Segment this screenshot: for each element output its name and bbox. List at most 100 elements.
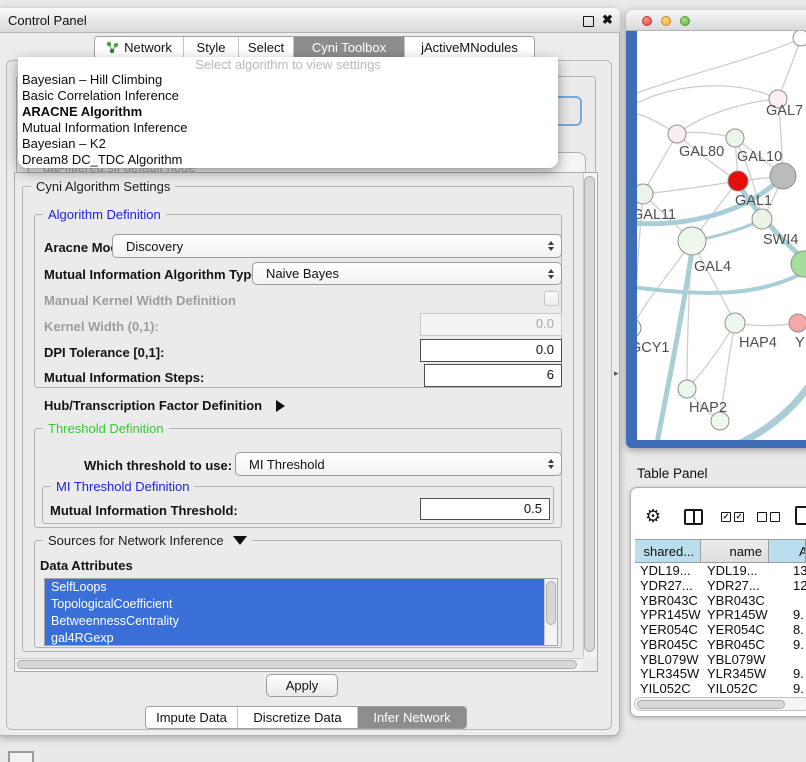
dpi-tolerance-field[interactable]: 0.0 xyxy=(420,339,562,362)
network-window-titlebar[interactable] xyxy=(626,10,806,31)
network-node[interactable] xyxy=(770,163,796,189)
table-cell: YBR043C xyxy=(635,593,705,608)
network-node-swi4[interactable] xyxy=(752,209,772,229)
data-attribute-item[interactable]: TopologicalCoefficient xyxy=(45,596,557,613)
mi-threshold-field[interactable]: 0.5 xyxy=(420,498,550,520)
table-row[interactable]: YLR345WYLR345W9. xyxy=(635,667,806,682)
table-row[interactable]: YDR27...YDR27...12 xyxy=(635,578,806,593)
network-node-hap2[interactable] xyxy=(678,380,696,398)
tab-cyni-toolbox[interactable]: Cyni Toolbox xyxy=(294,37,405,58)
control-panel-tabbar: Network StyleSelectCyni ToolboxjActiveMNo… xyxy=(94,36,535,59)
settings-horizontal-scrollbar-thumb[interactable] xyxy=(17,660,577,669)
table-horizontal-scrollbar-thumb[interactable] xyxy=(637,700,785,709)
hub-definition-label: Hub/Transcription Factor Definition xyxy=(44,398,262,413)
network-node-gal1[interactable] xyxy=(728,171,748,191)
algorithm-option[interactable]: Bayesian – K2 xyxy=(18,136,558,152)
network-node[interactable] xyxy=(791,251,806,277)
table-cell: YER054C xyxy=(705,622,777,637)
close-icon[interactable]: ✖ xyxy=(602,12,613,28)
algorithm-option[interactable]: ARACNE Algorithm xyxy=(18,104,558,120)
kernel-width-field[interactable]: 0.0 xyxy=(420,313,562,336)
network-node-hap4[interactable] xyxy=(725,313,745,333)
network-node-gal11[interactable] xyxy=(637,184,653,204)
tab-select[interactable]: Select xyxy=(239,37,294,58)
algorithm-definition-title: Algorithm Definition xyxy=(43,207,166,222)
table-body: YDL19...YDL19...13YDR27...YDR27...12YBR0… xyxy=(635,563,806,697)
network-node-label: GAL10 xyxy=(737,149,782,165)
zoom-traffic-light-icon[interactable] xyxy=(680,16,690,26)
data-attributes-label: Data Attributes xyxy=(40,558,133,573)
data-attribute-item[interactable]: BetweennessCentrality xyxy=(45,613,557,630)
table-row[interactable]: YBR043CYBR043C xyxy=(635,593,806,608)
attributes-scrollbar-thumb[interactable] xyxy=(546,581,556,625)
tab-style[interactable]: Style xyxy=(184,37,239,58)
desktop: { "colors": { "selection_blue": "#3a6fd8… xyxy=(0,0,806,762)
show-columns-checked-icon[interactable]: ✓✓ xyxy=(721,512,747,522)
data-attribute-item[interactable]: gal4RGexp xyxy=(45,630,557,646)
network-node-gal4[interactable] xyxy=(678,227,706,255)
mi-steps-field[interactable]: 6 xyxy=(424,364,562,387)
column-header[interactable]: shared... xyxy=(635,540,701,562)
float-icon[interactable] xyxy=(583,16,594,27)
manual-kernel-checkbox[interactable] xyxy=(544,291,559,306)
dpi-tolerance-label: DPI Tolerance [0,1]: xyxy=(44,345,164,360)
apply-button[interactable]: Apply xyxy=(266,674,338,697)
network-icon xyxy=(106,41,119,54)
network-node-gal80[interactable] xyxy=(668,125,686,143)
network-node-y[interactable] xyxy=(789,314,806,332)
tab-infer-network[interactable]: Infer Network xyxy=(358,707,466,728)
column-header[interactable]: name xyxy=(701,540,769,562)
data-attribute-item[interactable]: SelfLoops xyxy=(45,579,557,596)
tab-network[interactable]: Network xyxy=(95,37,184,58)
table-panel-title: Table Panel xyxy=(637,466,708,481)
table-header-row: shared...nameA xyxy=(635,539,806,563)
control-panel-titlebar[interactable] xyxy=(0,8,620,33)
combo-stepper-icon xyxy=(548,241,554,251)
gear-icon[interactable]: ⚙ xyxy=(645,506,661,527)
dropdown-prompt: Select algorithm to view settings xyxy=(18,57,558,72)
network-node-gcy1[interactable] xyxy=(637,319,641,337)
table-cell: YIL052C xyxy=(705,681,777,696)
table-row[interactable]: YDL19...YDL19...13 xyxy=(635,563,806,578)
table-row[interactable]: YBL079WYBL079W xyxy=(635,652,806,667)
minimize-traffic-light-icon[interactable] xyxy=(661,16,671,26)
mi-type-combo[interactable]: Naive Bayes xyxy=(252,262,562,285)
tab-impute-data[interactable]: Impute Data xyxy=(146,707,238,728)
which-threshold-value: MI Threshold xyxy=(249,457,325,472)
network-edge xyxy=(637,86,778,103)
table-cell: 9. xyxy=(777,607,806,622)
table-cell: YIL052C xyxy=(635,681,705,696)
close-traffic-light-icon[interactable] xyxy=(642,16,652,26)
hub-definition-expander[interactable]: Hub/Transcription Factor Definition xyxy=(44,398,285,413)
document-icon[interactable] xyxy=(795,506,806,525)
network-node[interactable] xyxy=(793,31,806,46)
settings-vertical-scrollbar-thumb[interactable] xyxy=(584,176,595,652)
network-canvas[interactable]: GAL7GAL80GAL10GAL1GAL11SWI4GAL4GCY1HAP4Y… xyxy=(637,31,806,440)
data-attributes-list[interactable]: SelfLoopsTopologicalCoefficientBetweenne… xyxy=(44,578,558,646)
which-threshold-label: Which threshold to use: xyxy=(84,458,232,473)
sources-group-title[interactable]: Sources for Network Inference xyxy=(43,533,252,548)
network-node-gal10[interactable] xyxy=(726,129,744,147)
column-header[interactable]: A xyxy=(769,540,806,562)
table-row[interactable]: YIL052CYIL052C9. xyxy=(635,681,806,696)
table-row[interactable]: YER054CYER054C8. xyxy=(635,622,806,637)
network-node-label: HAP4 xyxy=(739,335,777,351)
aracne-mode-combo[interactable]: Discovery xyxy=(112,234,562,258)
algorithm-option[interactable]: Bayesian – Hill Climbing xyxy=(18,72,558,88)
table-row[interactable]: YPR145WYPR145W9. xyxy=(635,607,806,622)
minimized-window-icon[interactable] xyxy=(8,751,34,762)
algorithm-option[interactable]: Basic Correlation Inference xyxy=(18,88,558,104)
table-cell: YBR043C xyxy=(705,593,777,608)
bottom-tabbar: Impute DataDiscretize DataInfer Network xyxy=(145,706,467,729)
split-columns-icon[interactable] xyxy=(684,509,703,525)
tab-discretize-data[interactable]: Discretize Data xyxy=(238,707,358,728)
tab-label: Network xyxy=(124,40,172,55)
table-row[interactable]: YBR045CYBR045C9. xyxy=(635,637,806,652)
tab-jactivemnodules[interactable]: jActiveMNodules xyxy=(405,37,534,58)
which-threshold-combo[interactable]: MI Threshold xyxy=(235,452,562,476)
algorithm-dropdown-popup: Select algorithm to view settings Bayesi… xyxy=(18,57,558,168)
hide-columns-unchecked-icon[interactable] xyxy=(757,512,783,522)
algorithm-option[interactable]: Dream8 DC_TDC Algorithm xyxy=(18,152,558,168)
algorithm-option[interactable]: Mutual Information Inference xyxy=(18,120,558,136)
network-node-label: Y xyxy=(795,335,805,351)
